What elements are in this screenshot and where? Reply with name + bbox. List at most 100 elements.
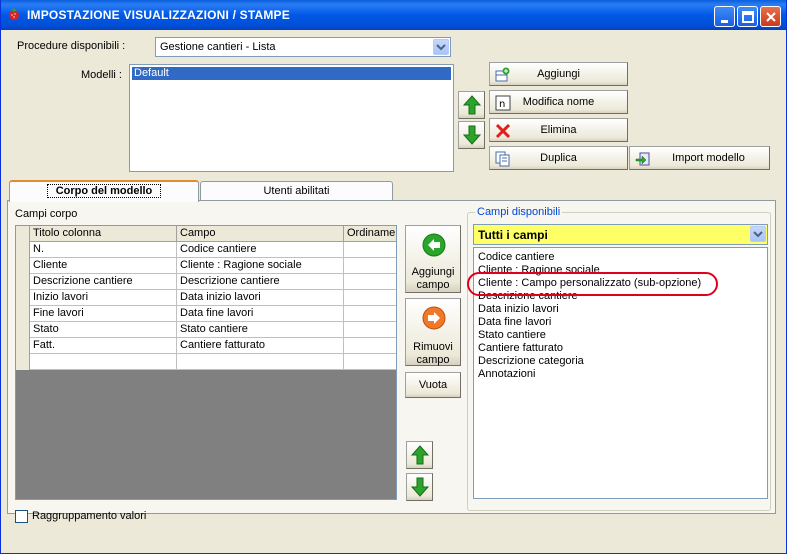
chevron-down-icon — [753, 231, 763, 238]
rename-model-label: Modifica nome — [522, 96, 595, 108]
available-fields-title: Campi disponibili — [475, 206, 563, 218]
col-header-sort[interactable]: Ordinamento — [344, 226, 396, 242]
row-selector[interactable] — [16, 258, 30, 274]
title-bar[interactable]: IMPOSTAZIONE VISUALIZZAZIONI / STAMPE — [1, 0, 786, 30]
delete-model-button[interactable]: Elimina — [489, 118, 628, 142]
cell-field[interactable]: Cantiere fatturato — [177, 338, 344, 354]
row-selector[interactable] — [16, 322, 30, 338]
cell-title[interactable]: Inizio lavori — [30, 290, 177, 306]
maximize-icon — [742, 11, 754, 23]
grouping-label[interactable]: Raggruppamento valori — [32, 510, 146, 522]
add-field-button[interactable]: Aggiungi campo — [405, 225, 461, 293]
models-label: Modelli : — [81, 69, 122, 81]
fields-filter-dropdown[interactable] — [749, 226, 766, 243]
table-row[interactable]: Fatt. Cantiere fatturato — [16, 338, 396, 354]
tab-model-body[interactable]: Corpo del modello — [9, 180, 199, 202]
field-move-up-button[interactable] — [406, 441, 433, 469]
col-header-title[interactable]: Titolo colonna — [30, 226, 177, 242]
grid-header: Titolo colonna Campo Ordinamento — [16, 226, 396, 242]
cell-sort[interactable] — [344, 338, 396, 354]
row-selector[interactable] — [16, 306, 30, 322]
cell-field[interactable] — [177, 354, 344, 370]
cell-title[interactable]: N. — [30, 242, 177, 258]
cell-title[interactable]: Stato — [30, 322, 177, 338]
table-row[interactable]: N. Codice cantiere — [16, 242, 396, 258]
delete-model-label: Elimina — [540, 124, 577, 136]
arrow-left-circle-icon — [422, 233, 446, 257]
maximize-button[interactable] — [737, 6, 758, 27]
fields-filter-dropdown-button[interactable] — [750, 226, 766, 242]
remove-field-button[interactable]: Rimuovi campo — [405, 298, 461, 366]
highlight-annotation-ring — [467, 272, 718, 296]
row-selector[interactable] — [16, 274, 30, 290]
duplicate-model-button[interactable]: Duplica — [489, 146, 628, 170]
cell-title[interactable]: Fatt. — [30, 338, 177, 354]
model-item-default[interactable]: Default — [132, 67, 451, 80]
cell-sort[interactable] — [344, 306, 396, 322]
table-row[interactable]: Inizio lavori Data inizio lavori — [16, 290, 396, 306]
table-row[interactable]: Descrizione cantiere Descrizione cantiere — [16, 274, 396, 290]
tab-enabled-users[interactable]: Utenti abilitati — [200, 181, 393, 201]
rename-model-button[interactable]: n Modifica nome — [489, 90, 628, 114]
body-fields-grid[interactable]: Titolo colonna Campo Ordinamento N.Codic… — [15, 225, 397, 500]
list-item[interactable]: Descrizione categoria — [478, 355, 584, 368]
cell-field[interactable]: Stato cantiere — [177, 322, 344, 338]
cell-title[interactable]: Cliente — [30, 258, 177, 274]
cell-title[interactable]: Fine lavori — [30, 306, 177, 322]
table-row[interactable] — [16, 354, 396, 370]
grid-corner — [16, 226, 30, 242]
cell-field[interactable]: Data inizio lavori — [177, 290, 344, 306]
procedures-value: Gestione cantieri - Lista — [160, 41, 276, 53]
cell-field[interactable]: Codice cantiere — [177, 242, 344, 258]
cell-sort[interactable] — [344, 274, 396, 290]
cell-sort[interactable] — [344, 290, 396, 306]
col-header-field[interactable]: Campo — [177, 226, 344, 242]
add-model-button[interactable]: Aggiungi — [489, 62, 628, 86]
arrow-up-icon — [463, 95, 481, 115]
minimize-icon — [721, 20, 728, 23]
list-item[interactable]: Annotazioni — [478, 368, 536, 381]
models-list[interactable]: Default — [129, 64, 454, 172]
field-move-down-button[interactable] — [406, 473, 433, 501]
cell-title[interactable] — [30, 354, 177, 370]
cell-sort[interactable] — [344, 258, 396, 274]
arrow-up-icon — [411, 445, 429, 465]
procedures-label: Procedure disponibili : — [17, 40, 126, 52]
row-selector[interactable] — [16, 354, 30, 370]
table-row[interactable]: Fine lavori Data fine lavori — [16, 306, 396, 322]
list-item[interactable]: Data inizio lavori — [478, 303, 559, 316]
table-row[interactable]: Stato Stato cantiere — [16, 322, 396, 338]
list-item[interactable]: Cantiere fatturato — [478, 342, 563, 355]
chevron-down-icon — [436, 44, 446, 51]
arrow-right-circle-icon — [422, 306, 446, 330]
row-selector[interactable] — [16, 338, 30, 354]
close-button[interactable] — [760, 6, 781, 27]
cell-sort[interactable] — [344, 354, 396, 370]
model-move-up-button[interactable] — [458, 91, 485, 119]
add-field-label-2: campo — [416, 279, 450, 291]
cell-field[interactable]: Data fine lavori — [177, 306, 344, 322]
cell-sort[interactable] — [344, 322, 396, 338]
row-selector[interactable] — [16, 242, 30, 258]
list-item[interactable]: Stato cantiere — [478, 329, 546, 342]
procedures-dropdown-button[interactable] — [433, 39, 449, 55]
procedures-combo[interactable]: Gestione cantieri - Lista — [155, 37, 451, 57]
fields-filter-combo[interactable]: Tutti i campi — [473, 224, 768, 245]
body-fields-label: Campi corpo — [15, 208, 78, 220]
import-model-label: Import modello — [672, 152, 745, 164]
tab-model-body-label: Corpo del modello — [46, 184, 162, 198]
list-item[interactable]: Codice cantiere — [478, 251, 554, 264]
import-model-button[interactable]: Import modello — [629, 146, 770, 170]
table-row[interactable]: Cliente Cliente : Ragione sociale — [16, 258, 396, 274]
remove-field-label-2: campo — [416, 354, 450, 366]
list-item[interactable]: Data fine lavori — [478, 316, 551, 329]
model-move-down-button[interactable] — [458, 121, 485, 149]
minimize-button[interactable] — [714, 6, 735, 27]
grouping-checkbox[interactable] — [15, 510, 28, 523]
clear-fields-button[interactable]: Vuota — [405, 372, 461, 398]
cell-title[interactable]: Descrizione cantiere — [30, 274, 177, 290]
cell-field[interactable]: Cliente : Ragione sociale — [177, 258, 344, 274]
cell-field[interactable]: Descrizione cantiere — [177, 274, 344, 290]
cell-sort[interactable] — [344, 242, 396, 258]
row-selector[interactable] — [16, 290, 30, 306]
